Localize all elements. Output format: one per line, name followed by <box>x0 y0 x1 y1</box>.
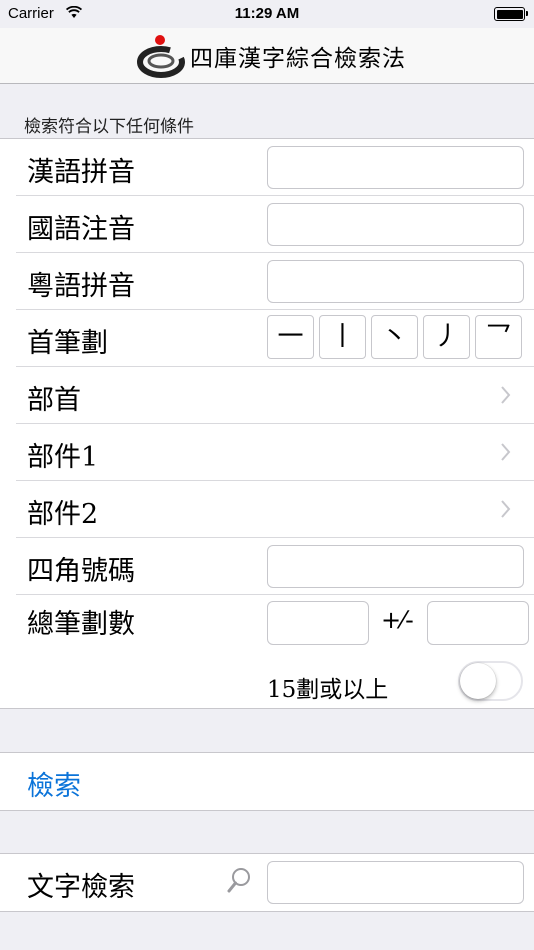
text-search-group: 文字檢索 <box>0 853 534 912</box>
four-corner-row: 四角號碼 <box>0 538 534 595</box>
stroke-button-dian[interactable]: 丶 <box>371 315 418 359</box>
jyutping-label: 粵語拼音 <box>27 271 135 302</box>
text-search-row: 文字檢索 <box>0 854 534 911</box>
pinyin-input[interactable] <box>267 146 524 189</box>
component2-row[interactable]: 部件2 <box>0 481 534 538</box>
clock: 11:29 AM <box>234 5 300 22</box>
search-button[interactable]: 檢索 <box>0 753 534 810</box>
zhuyin-row: 國語注音 <box>0 196 534 253</box>
stroke-button-shu[interactable]: 丨 <box>319 315 366 359</box>
stroke-button-heng[interactable]: 一 <box>267 315 314 359</box>
total-strokes-label: 總筆劃數 <box>27 609 135 640</box>
radical-label: 部首 <box>27 385 81 416</box>
text-search-input[interactable] <box>267 861 524 904</box>
total-strokes-input[interactable] <box>267 601 369 645</box>
zhuyin-label: 國語注音 <box>27 214 135 245</box>
component1-label: 部件1 <box>27 442 99 473</box>
component2-label: 部件2 <box>27 499 99 530</box>
first-stroke-label: 首筆劃 <box>27 328 108 359</box>
stroke-button-zhe[interactable]: 乛 <box>475 315 522 359</box>
text-search-label: 文字檢索 <box>27 872 135 903</box>
battery-icon <box>494 7 528 21</box>
search-action-group: 檢索 <box>0 752 534 811</box>
over15-label: 15劃或以上 <box>267 677 389 703</box>
pinyin-label: 漢語拼音 <box>27 157 135 188</box>
status-bar: Carrier 11:29 AM <box>0 0 534 28</box>
navigation-bar: 四庫漢字綜合檢索法 <box>0 28 534 84</box>
search-button-label: 檢索 <box>27 771 81 802</box>
zhuyin-input[interactable] <box>267 203 524 246</box>
first-stroke-row: 首筆劃 一 丨 丶 丿 乛 <box>0 310 534 367</box>
criteria-group: 漢語拼音 國語注音 粵語拼音 首筆劃 一 丨 丶 丿 乛 部首 部件1 部件2 <box>0 138 534 709</box>
toggle-knob <box>460 663 496 699</box>
plus-minus-label: +⁄- <box>381 606 414 634</box>
over15-toggle[interactable] <box>458 661 523 701</box>
pinyin-row: 漢語拼音 <box>0 139 534 196</box>
section-header: 檢索符合以下任何條件 <box>24 117 194 137</box>
jyutping-input[interactable] <box>267 260 524 303</box>
stroke-tolerance-input[interactable] <box>427 601 529 645</box>
component1-row[interactable]: 部件1 <box>0 424 534 481</box>
chevron-right-icon <box>501 386 511 404</box>
four-corner-input[interactable] <box>267 545 524 588</box>
chevron-right-icon <box>501 500 511 518</box>
radical-row[interactable]: 部首 <box>0 367 534 424</box>
page-title: 四庫漢字綜合檢索法 <box>190 46 406 72</box>
total-strokes-row: 總筆劃數 +⁄- 15劃或以上 <box>0 595 534 708</box>
ink-swirl-logo <box>137 35 185 78</box>
four-corner-label: 四角號碼 <box>27 556 135 587</box>
stroke-button-pie[interactable]: 丿 <box>423 315 470 359</box>
jyutping-row: 粵語拼音 <box>0 253 534 310</box>
magnifier-icon <box>227 868 250 893</box>
chevron-right-icon <box>501 443 511 461</box>
